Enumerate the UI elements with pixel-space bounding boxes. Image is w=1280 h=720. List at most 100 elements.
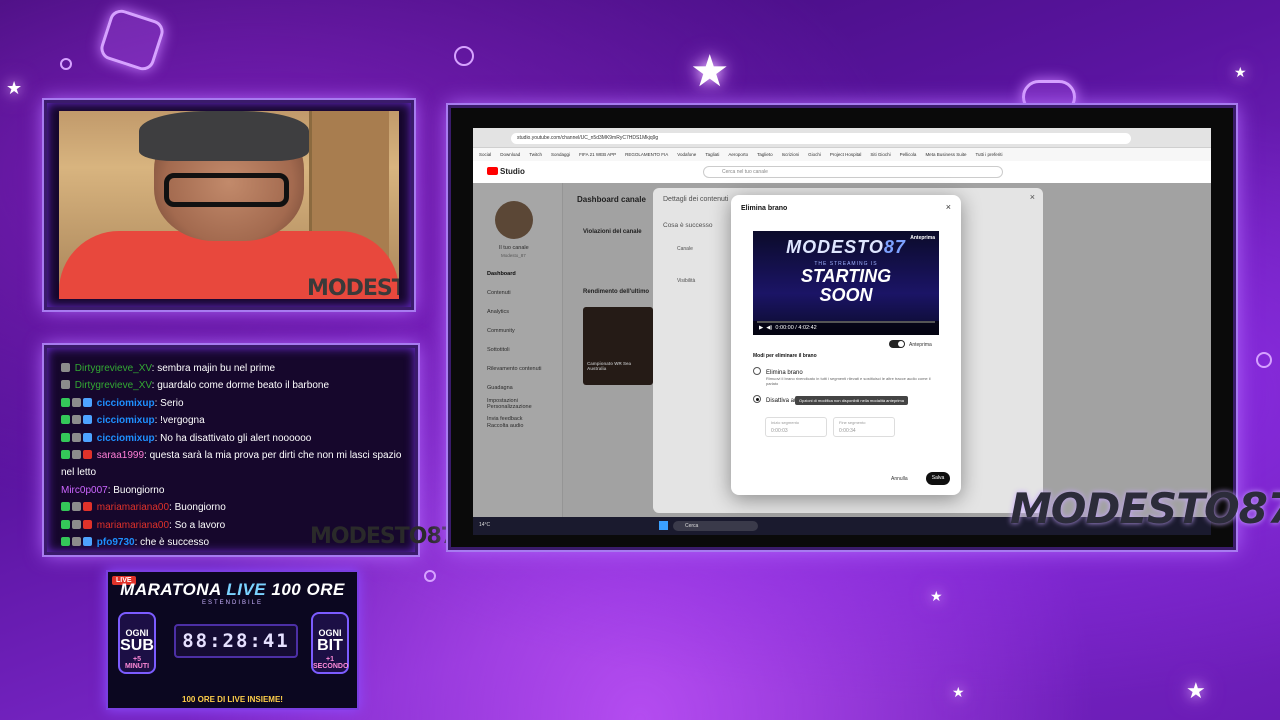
bookmark-item[interactable]: Pellicola	[900, 152, 917, 157]
ring-deco	[1256, 352, 1272, 368]
bookmark-item[interactable]: Twitch	[529, 152, 542, 157]
close-icon[interactable]: ×	[1030, 192, 1035, 202]
dialog-channel: Canale	[677, 246, 693, 252]
heart-badge-deco	[97, 6, 167, 74]
badge-icon	[72, 537, 81, 547]
bookmark-item[interactable]: Tutti i preferiti	[975, 152, 1002, 157]
bookmark-item[interactable]: REGOLAMENTO FIA	[625, 152, 668, 157]
chat-username[interactable]: mariamariana00	[97, 502, 169, 513]
chat-username[interactable]: cicciomixup	[97, 415, 155, 426]
taskbar-search[interactable]: Cerca	[673, 521, 758, 531]
chat-message: Dirtygrevieve_XV: sembra majin bu nel pr…	[61, 360, 405, 377]
weather-widget[interactable]: 14°C	[479, 522, 490, 528]
radio-button[interactable]	[753, 395, 761, 403]
chat-message: saraa1999: questa sarà la mia prova per …	[61, 450, 402, 479]
segment-end-field: Fine segmento 0:00:34	[833, 417, 895, 437]
badge-icon	[72, 502, 81, 512]
chat-text: Buongiorno	[113, 484, 165, 496]
person-glasses	[164, 173, 289, 207]
dialog-title: Dettagli dei contenuti	[663, 196, 729, 203]
chat-username[interactable]: cicciomixup	[97, 398, 155, 409]
desktop-screen: studio.youtube.com/channel/UC_n5d3MK9mRy…	[473, 128, 1211, 535]
bookmark-item[interactable]: Vodafone	[677, 152, 696, 157]
watermark-text: MODESTO	[307, 276, 399, 299]
bookmark-item[interactable]: Taglieto	[757, 152, 773, 157]
preview-toggle[interactable]	[889, 340, 905, 348]
progress-bar[interactable]	[757, 321, 935, 323]
brand-text: MODESTO	[786, 237, 884, 257]
studio-logo[interactable]: Studio	[487, 167, 525, 176]
badge-extension: +1 SECONDO	[313, 656, 349, 670]
preview-toggle-row: Anteprima	[889, 340, 932, 348]
title-part: 100 ORE	[271, 580, 345, 599]
option-remove-song[interactable]: Elimina brano	[753, 367, 803, 376]
star-icon: ★	[6, 78, 23, 98]
title-part: MARATONA	[120, 580, 222, 599]
chat-username[interactable]: Dirtygrevieve_XV	[75, 380, 152, 391]
chat-username[interactable]: Mirc0p007	[61, 485, 108, 496]
mod-badge-icon	[61, 537, 70, 547]
windows-start-icon[interactable]	[659, 521, 668, 530]
person-hair	[139, 111, 309, 161]
chat-watermark: MODESTO87	[310, 524, 456, 549]
youtube-play-icon	[487, 167, 498, 175]
cancel-button[interactable]: Annulla	[891, 476, 908, 482]
bookmark-item[interactable]: FIFA 21 WEB APP	[579, 152, 616, 157]
bookmark-item[interactable]: Aeroporto	[728, 152, 748, 157]
webcam-watermark: MODESTO87	[307, 276, 399, 299]
volume-icon[interactable]: ◀)	[766, 325, 772, 331]
bookmark-item[interactable]: Meta Business Suite	[925, 152, 966, 157]
star-icon: ★	[952, 684, 965, 700]
badge-big: BIT	[317, 637, 343, 654]
bookmark-item[interactable]: Giochi	[808, 152, 821, 157]
save-button[interactable]: Salva	[926, 472, 950, 485]
title-part: LIVE	[226, 580, 267, 599]
field-value: 0:00:03	[771, 428, 788, 434]
address-bar[interactable]: studio.youtube.com/channel/UC_n5d3MK9mRy…	[511, 133, 1131, 144]
video-preview[interactable]: Anteprima MODESTO87 THE STREAMING IS STA…	[753, 231, 939, 335]
chat-username[interactable]: mariamariana00	[97, 520, 169, 531]
tooltip: Opzioni di modifica non disponibili nell…	[795, 396, 908, 405]
field-value: 0:00:34	[839, 428, 856, 434]
toggle-label: Anteprima	[909, 342, 932, 348]
mod-badge-icon	[61, 502, 70, 512]
bookmark-item[interactable]: Tagliati	[705, 152, 719, 157]
webcam-frame: MODESTO87	[42, 98, 416, 312]
field-label: Inizio segmento	[771, 420, 800, 425]
sub-badge-icon	[83, 397, 92, 407]
mod-badge-icon	[61, 450, 70, 460]
chat-text: No ha disattivato gli alert noooooo	[160, 432, 312, 444]
chat-text: guardalo come dorme beato il barbone	[157, 380, 330, 392]
sub-badge-icon	[83, 415, 92, 425]
close-icon[interactable]: ×	[946, 202, 951, 212]
ring-deco	[424, 570, 436, 582]
chat-username[interactable]: cicciomixup	[97, 433, 155, 444]
field-label: Fine segmento	[839, 420, 866, 425]
player-controls: ▶ ◀) 0:00:00 / 4:02:42	[753, 321, 939, 335]
play-icon[interactable]: ▶	[759, 325, 763, 331]
chat-username[interactable]: pfo9730	[97, 537, 135, 548]
browser-toolbar: studio.youtube.com/channel/UC_n5d3MK9mRy…	[473, 128, 1211, 148]
dialog-visibility: Visibilità	[677, 278, 696, 284]
badge-big: SUB	[120, 637, 154, 654]
chat-username[interactable]: Dirtygrevieve_XV	[75, 363, 152, 374]
methods-label: Modi per eliminare il brano	[753, 353, 817, 359]
bookmark-item[interactable]: Social	[479, 152, 491, 157]
bookmark-item[interactable]: Project Hospital	[830, 152, 862, 157]
countdown-digits: 88:28:41	[174, 624, 298, 658]
chat-text: So a lavoro	[174, 519, 226, 531]
bookmark-item[interactable]: Download	[500, 152, 520, 157]
badge-icon	[61, 363, 70, 372]
bookmark-item[interactable]: Siti Giochi	[870, 152, 890, 157]
chat-username[interactable]: saraa1999	[97, 450, 144, 461]
studio-header: Studio Cerca nel tuo canale	[473, 161, 1211, 183]
studio-search-input[interactable]: Cerca nel tuo canale	[703, 166, 1003, 178]
marathon-timer-widget: LIVE MARATONA LIVE 100 ORE ESTENDIBILE O…	[106, 570, 359, 710]
modal-title: Elimina brano	[741, 205, 788, 212]
bookmark-item[interactable]: Iscrizioni	[782, 152, 800, 157]
radio-button[interactable]	[753, 367, 761, 375]
bookmark-item[interactable]: Sondaggi	[551, 152, 570, 157]
preview-brand: MODESTO87	[753, 237, 939, 258]
sub-badge-icon	[83, 519, 92, 529]
chat-message: Dirtygrevieve_XV: guardalo come dorme be…	[61, 377, 405, 394]
